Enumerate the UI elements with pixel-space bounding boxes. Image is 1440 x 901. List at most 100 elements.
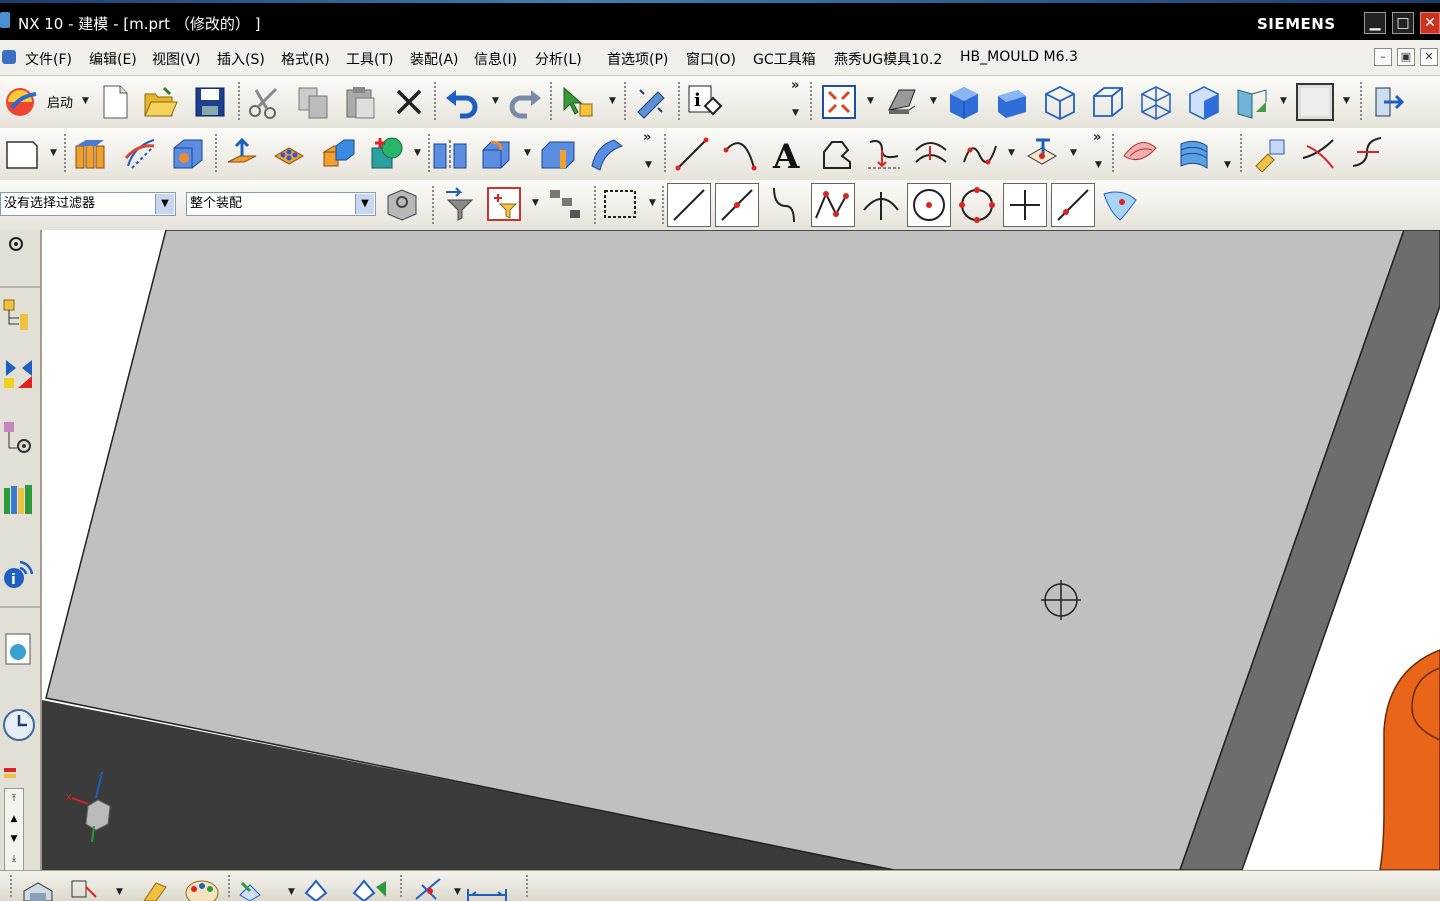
selection-scope-combo[interactable]: 整个装配 ▼	[186, 192, 376, 216]
background-dropdown-icon[interactable]: ▼	[1343, 96, 1350, 106]
menu-view[interactable]: 视图(V)	[152, 49, 201, 69]
view-trimetric-icon[interactable]	[994, 84, 1030, 120]
select-components-icon[interactable]	[548, 186, 584, 222]
snap-filter-dropdown-icon[interactable]: ▼	[532, 198, 539, 208]
part-navigator-icon[interactable]	[2, 420, 36, 454]
studio-spline-icon[interactable]	[962, 136, 998, 172]
background-icon[interactable]	[1295, 82, 1335, 122]
close-button[interactable]: ✕	[1420, 12, 1440, 34]
undo-icon[interactable]	[444, 84, 480, 120]
sketch-dropdown-icon[interactable]: ▼	[50, 148, 57, 158]
pull-face-icon[interactable]	[224, 136, 260, 172]
point-dropdown-icon[interactable]: ▼	[1070, 148, 1077, 158]
edge-blend-icon[interactable]	[479, 136, 515, 172]
revolve-icon[interactable]	[122, 136, 158, 172]
divide-icon[interactable]	[1349, 136, 1385, 172]
assembly-constraint-icon[interactable]	[238, 877, 278, 901]
doc-restore-button[interactable]: ▣	[1397, 48, 1415, 66]
section-view-icon[interactable]	[1234, 84, 1270, 120]
rectangle-select-icon[interactable]	[602, 186, 638, 222]
minimize-button[interactable]: ▁	[1364, 12, 1386, 34]
snap-filter-icon[interactable]	[486, 186, 522, 222]
select-features-icon[interactable]	[384, 186, 420, 222]
extrude-icon[interactable]	[72, 136, 108, 172]
clock-icon[interactable]	[2, 708, 36, 742]
menu-insert[interactable]: 插入(S)	[217, 49, 265, 69]
view-wireframe-icon[interactable]	[1042, 84, 1078, 120]
menu-yanxiu-mold[interactable]: 燕秀UG模具10.2	[834, 49, 942, 69]
text-icon[interactable]: A	[770, 136, 806, 172]
view-front-icon[interactable]	[1090, 84, 1126, 120]
snap-on-curve-button[interactable]	[1051, 183, 1095, 227]
sketch-icon[interactable]	[4, 136, 40, 172]
blend-dropdown-icon[interactable]: ▼	[524, 148, 531, 158]
move-component-icon[interactable]	[138, 877, 174, 901]
constraint-navigator-icon[interactable]	[2, 356, 36, 390]
doc-minimize-button[interactable]: –	[1374, 48, 1392, 66]
render-style-icon[interactable]	[885, 84, 921, 120]
menu-file[interactable]: 文件(F)	[25, 49, 72, 69]
toolbar-overflow-dropdown-icon[interactable]: ▼	[645, 160, 652, 170]
menu-hb-mould[interactable]: HB_MOULD M6.3	[960, 49, 1078, 65]
start-dropdown-icon[interactable]: ▼	[82, 96, 89, 106]
assembly-navigator-icon[interactable]	[2, 298, 36, 332]
add-component-icon[interactable]	[68, 877, 104, 901]
arc-icon[interactable]	[722, 136, 758, 172]
command-finder-icon[interactable]	[632, 84, 668, 120]
open-icon[interactable]	[142, 84, 178, 120]
filter-icon[interactable]	[442, 186, 478, 222]
save-icon[interactable]	[192, 84, 228, 120]
render-style-dropdown-icon[interactable]: ▼	[930, 96, 937, 106]
menu-format[interactable]: 格式(R)	[281, 49, 330, 69]
paste-icon[interactable]	[342, 84, 378, 120]
constraint-dropdown-icon[interactable]: ▼	[288, 887, 295, 897]
graphics-window[interactable]: X	[42, 230, 1440, 870]
delete-icon[interactable]	[391, 84, 427, 120]
new-icon[interactable]	[97, 84, 133, 120]
nx-app-icon[interactable]	[0, 12, 10, 28]
undo-dropdown-icon[interactable]: ▼	[492, 96, 499, 106]
menu-app-icon[interactable]	[2, 50, 16, 64]
snap-control-button[interactable]	[763, 183, 807, 227]
cut-icon[interactable]	[246, 84, 282, 120]
copy-icon[interactable]	[295, 84, 331, 120]
spline-dropdown-icon[interactable]: ▼	[1008, 148, 1015, 158]
snap-midpoint-button[interactable]	[715, 183, 759, 227]
snap-quadrant-button[interactable]	[955, 183, 999, 227]
fit-icon[interactable]	[821, 84, 857, 120]
selection-filter-combo[interactable]: 没有选择过滤器 ▼	[0, 192, 176, 216]
component-dropdown-icon[interactable]: ▼	[116, 887, 123, 897]
gear-icon[interactable]	[4, 232, 28, 256]
color-palette-icon[interactable]	[184, 877, 220, 901]
info-icon[interactable]: i	[687, 84, 723, 120]
scroll-up-icon[interactable]: ▲	[5, 809, 23, 829]
offset-curve-icon[interactable]	[914, 136, 950, 172]
pattern-icon[interactable]	[271, 136, 307, 172]
measure-distance-icon[interactable]	[466, 877, 508, 901]
view-top-icon[interactable]	[1186, 84, 1222, 120]
rectangle-select-dropdown-icon[interactable]: ▼	[649, 198, 656, 208]
redo-icon[interactable]	[507, 84, 543, 120]
menu-analysis[interactable]: 分析(L)	[535, 49, 582, 69]
project-curve-icon[interactable]	[866, 136, 902, 172]
doc-close-button[interactable]: ✕	[1420, 48, 1438, 66]
touch-constraint-icon[interactable]	[350, 877, 390, 901]
hole-dropdown-icon[interactable]: ▼	[414, 148, 421, 158]
swept-icon[interactable]	[588, 136, 624, 172]
snap-intersection-button[interactable]	[811, 183, 855, 227]
measure-icon[interactable]	[1252, 136, 1288, 172]
start-label[interactable]: 启动	[47, 92, 73, 111]
exploded-view-icon[interactable]	[412, 877, 448, 901]
snap-endpoint-button[interactable]	[667, 183, 711, 227]
line-icon[interactable]	[674, 136, 710, 172]
surface-icon[interactable]	[1122, 136, 1158, 172]
explode-dropdown-icon[interactable]: ▼	[454, 887, 461, 897]
toolbar-more-icon[interactable]: »	[643, 130, 651, 145]
menu-edit[interactable]: 编辑(E)	[89, 49, 137, 69]
selection-scope-dropdown-icon[interactable]: ▼	[355, 194, 374, 214]
trim-body-icon[interactable]	[1177, 136, 1213, 172]
hole-icon[interactable]	[370, 136, 406, 172]
snap-center-button[interactable]	[907, 183, 951, 227]
scroll-down-icon[interactable]: ▼	[5, 829, 23, 849]
menu-preferences[interactable]: 首选项(P)	[607, 49, 668, 69]
